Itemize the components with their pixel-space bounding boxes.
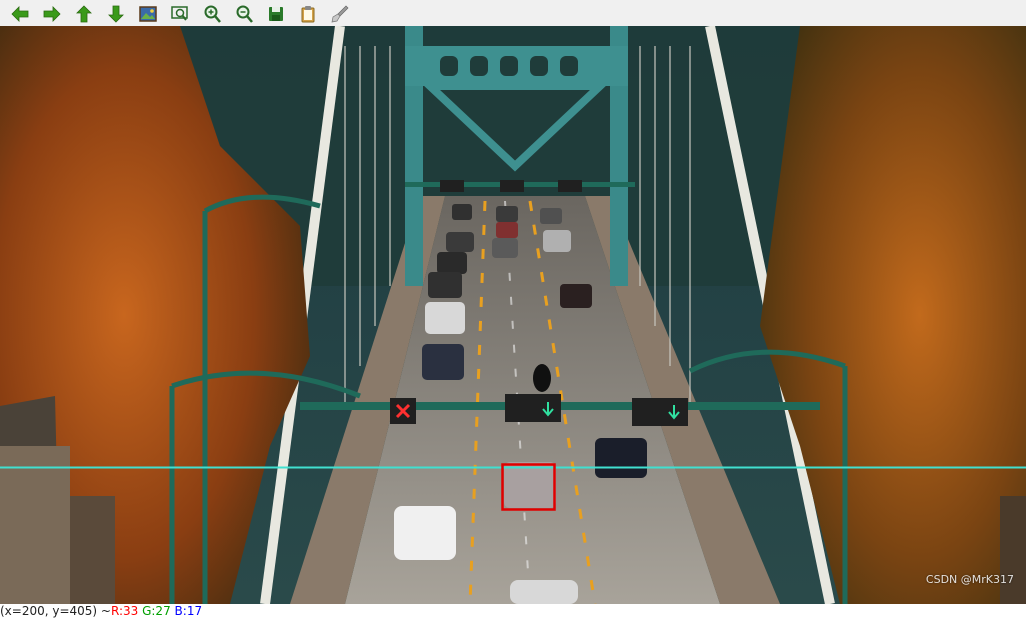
image-viewport[interactable]: CSDN @MrK317	[0, 26, 1026, 604]
toolbar	[0, 0, 1026, 28]
save-button[interactable]	[264, 2, 288, 26]
arrow-down-icon	[108, 5, 124, 23]
arrow-left-icon	[11, 6, 29, 22]
arrow-up-icon	[76, 5, 92, 23]
pan-down-button[interactable]	[104, 2, 128, 26]
green-channel-value: G:27	[142, 604, 171, 618]
pan-up-button[interactable]	[72, 2, 96, 26]
zoom-out-button[interactable]	[232, 2, 256, 26]
copy-button[interactable]	[296, 2, 320, 26]
red-channel-value: R:33	[110, 604, 139, 618]
arrow-right-icon	[43, 6, 61, 22]
watermark: CSDN @MrK317	[925, 573, 1014, 586]
zoom-out-icon	[236, 5, 253, 23]
pan-left-button[interactable]	[8, 2, 32, 26]
blue-channel-value: B:17	[174, 604, 203, 618]
zoom-original-button[interactable]	[168, 2, 192, 26]
pan-right-button[interactable]	[40, 2, 64, 26]
save-icon	[269, 7, 283, 21]
brush-icon	[331, 5, 349, 23]
cursor-coordinates: (x=200, y=405) ~	[0, 604, 111, 618]
image-icon	[139, 6, 157, 22]
zoom-in-button[interactable]	[200, 2, 224, 26]
zoom-fit-button[interactable]	[136, 2, 160, 26]
zoom-rect-icon	[171, 6, 188, 21]
bridge-photo	[0, 26, 1026, 604]
zoom-in-icon	[204, 5, 221, 23]
clipboard-icon	[301, 6, 315, 23]
status-bar: (x=200, y=405) ~ R:33 G:27 B:17	[0, 604, 1026, 618]
properties-button[interactable]	[328, 2, 352, 26]
